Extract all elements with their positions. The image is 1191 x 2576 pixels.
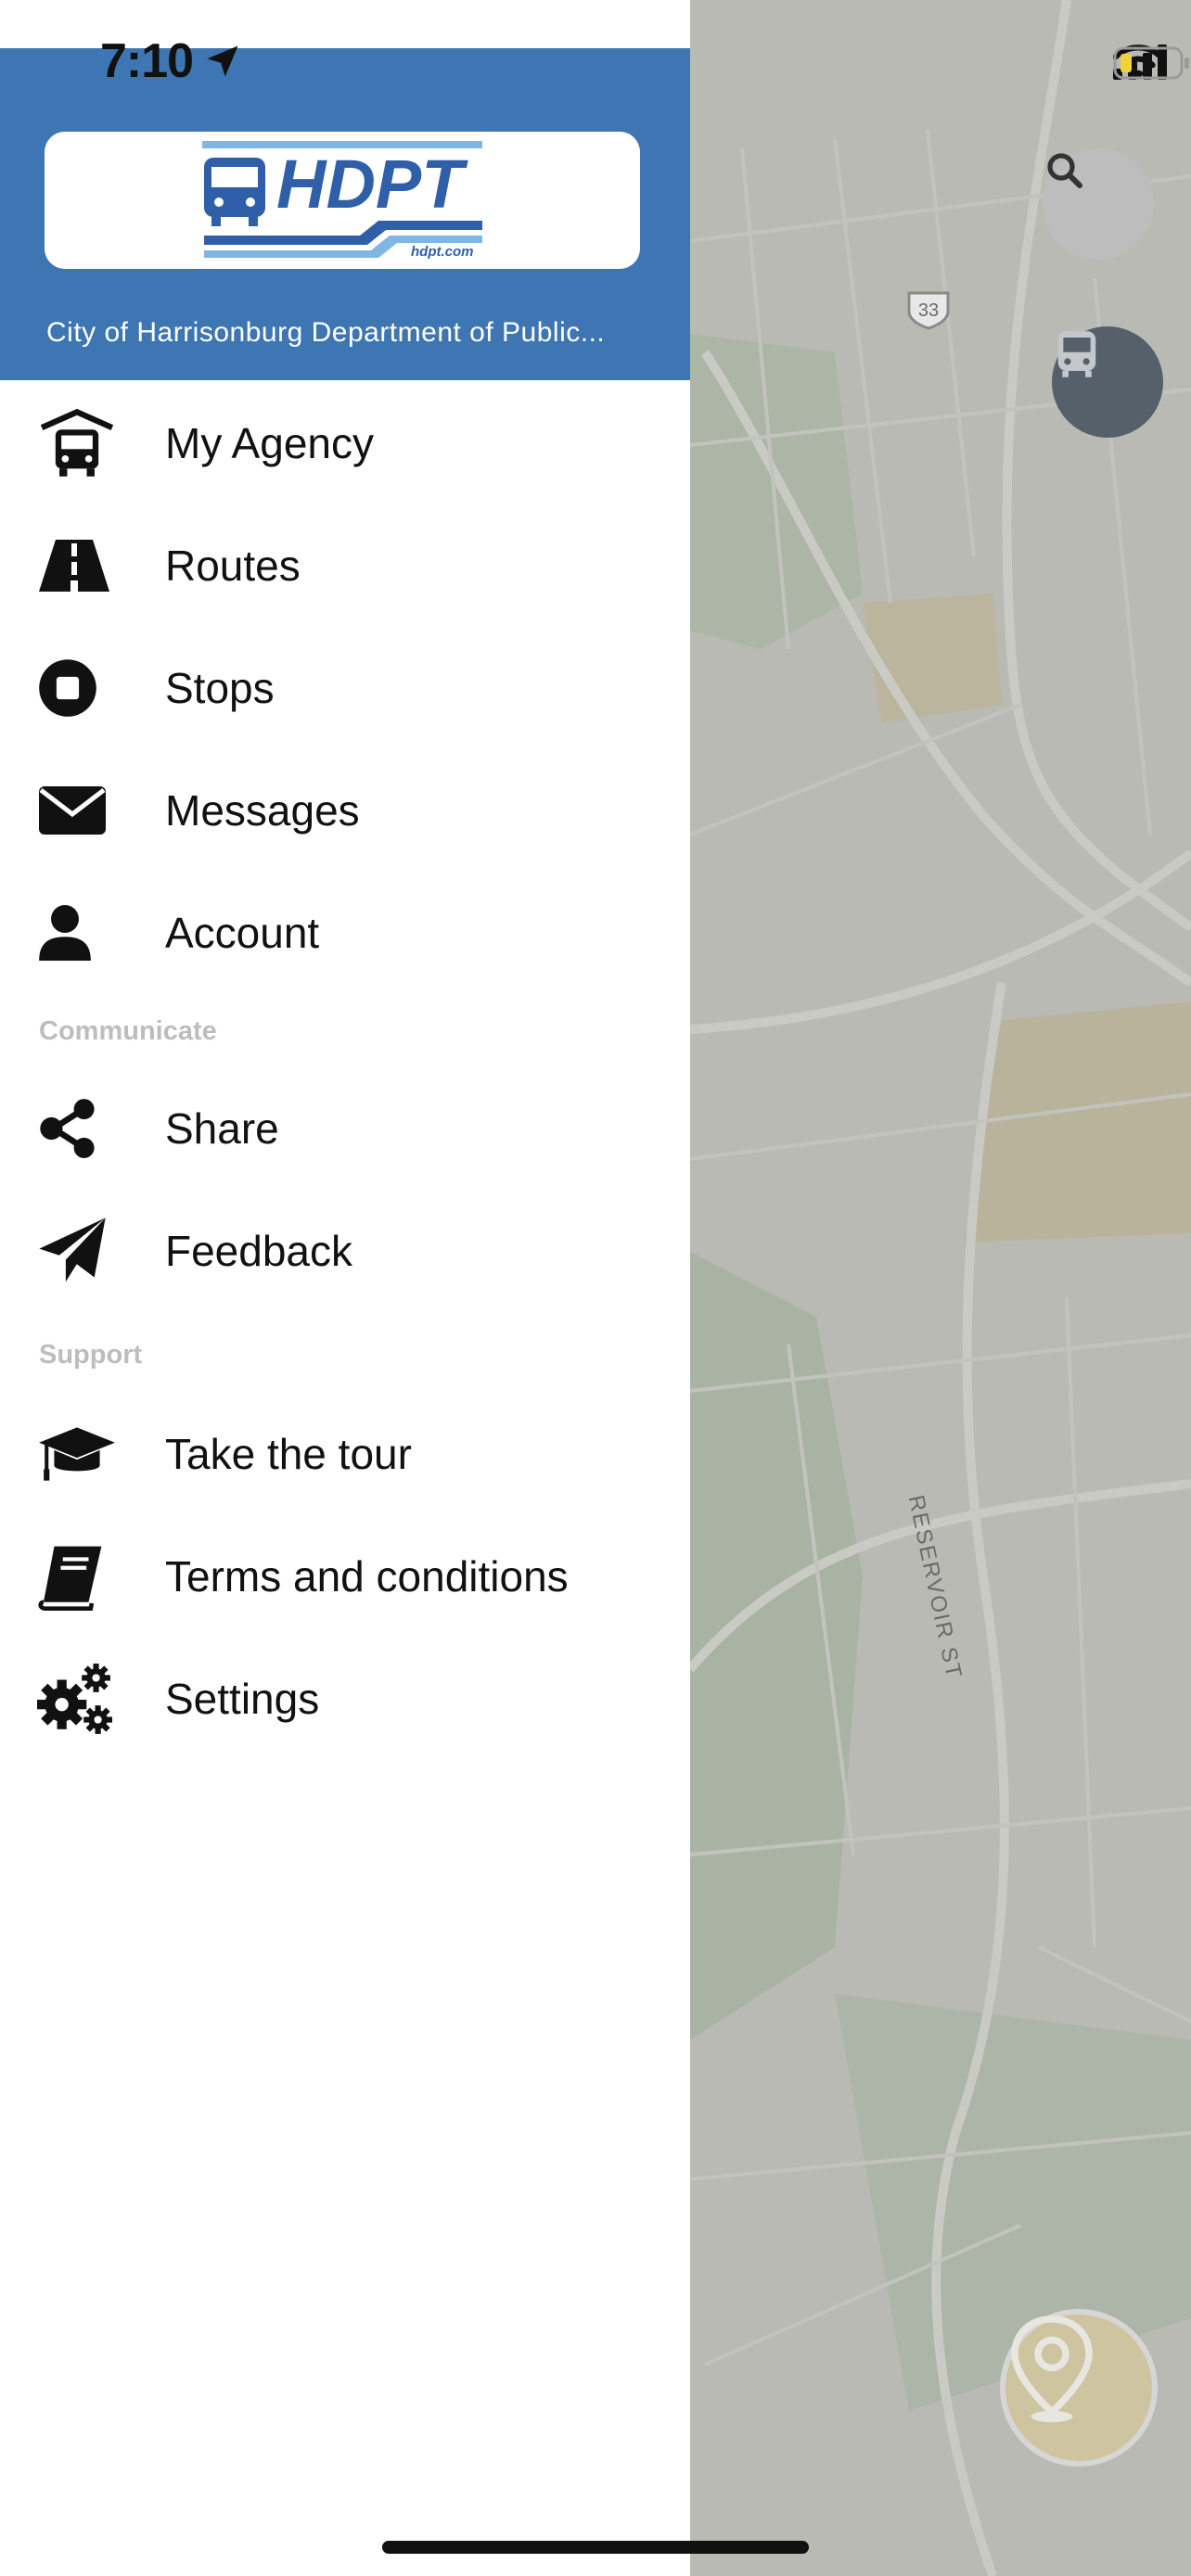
svg-text:hdpt.com: hdpt.com: [411, 244, 474, 260]
menu-item-share[interactable]: Share: [0, 1073, 690, 1184]
share-icon: [37, 1089, 117, 1168]
bus-icon: [1057, 331, 1096, 377]
locate-button[interactable]: [1000, 2309, 1158, 2467]
menu-label: Settings: [165, 1675, 320, 1723]
menu-item-routes[interactable]: Routes: [0, 510, 690, 621]
menu-label: Messages: [165, 786, 360, 835]
menu-label: Account: [165, 909, 320, 957]
book-icon: [37, 1537, 117, 1616]
home-indicator[interactable]: [382, 2541, 809, 2554]
section-communicate: Communicate: [39, 1016, 217, 1046]
location-pin-icon: [1011, 2315, 1093, 2423]
agency-logo: HDPT hdpt.com: [202, 141, 482, 260]
menu-item-take-the-tour[interactable]: Take the tour: [0, 1398, 690, 1510]
menu-label: Feedback: [165, 1227, 353, 1275]
battery-icon: [1113, 46, 1189, 80]
route-shield: 33: [903, 289, 954, 330]
menu-item-feedback[interactable]: Feedback: [0, 1195, 690, 1307]
search-button[interactable]: [1043, 148, 1154, 260]
menu-item-stops[interactable]: Stops: [0, 632, 690, 744]
envelope-icon: [37, 771, 117, 850]
menu-label: Stops: [165, 664, 275, 712]
user-icon: [37, 893, 117, 973]
location-arrow-icon: [207, 45, 238, 77]
stop-icon: [37, 648, 117, 728]
status-time: 7:10: [100, 33, 243, 89]
svg-text:33: 33: [918, 300, 939, 321]
menu-label: Take the tour: [165, 1430, 412, 1478]
section-support: Support: [39, 1340, 143, 1370]
agency-logo-card[interactable]: HDPT hdpt.com: [45, 132, 640, 269]
menu-label: Terms and conditions: [165, 1552, 569, 1600]
navigation-drawer: 7:10 HDPT hdpt.com City of Harrisonburg …: [0, 0, 690, 2576]
menu-item-my-agency[interactable]: My Agency: [0, 388, 690, 499]
menu-item-account[interactable]: Account: [0, 877, 690, 988]
menu-label: My Agency: [165, 419, 374, 467]
vehicles-button[interactable]: [1052, 326, 1163, 438]
paper-plane-icon: [37, 1211, 117, 1291]
menu-item-messages[interactable]: Messages: [0, 755, 690, 866]
agency-bus-icon: [37, 403, 117, 483]
menu-item-settings[interactable]: Settings: [0, 1643, 690, 1754]
gears-icon: [37, 1659, 117, 1739]
menu-label: Share: [165, 1104, 279, 1153]
svg-text:HDPT: HDPT: [276, 146, 468, 223]
menu-item-terms-and-conditions[interactable]: Terms and conditions: [0, 1521, 690, 1632]
search-icon: [1047, 153, 1082, 188]
agency-name: City of Harrisonburg Department of Publi…: [46, 317, 606, 348]
graduation-cap-icon: [37, 1414, 117, 1494]
menu-label: Routes: [165, 542, 301, 590]
road-icon: [37, 526, 117, 606]
